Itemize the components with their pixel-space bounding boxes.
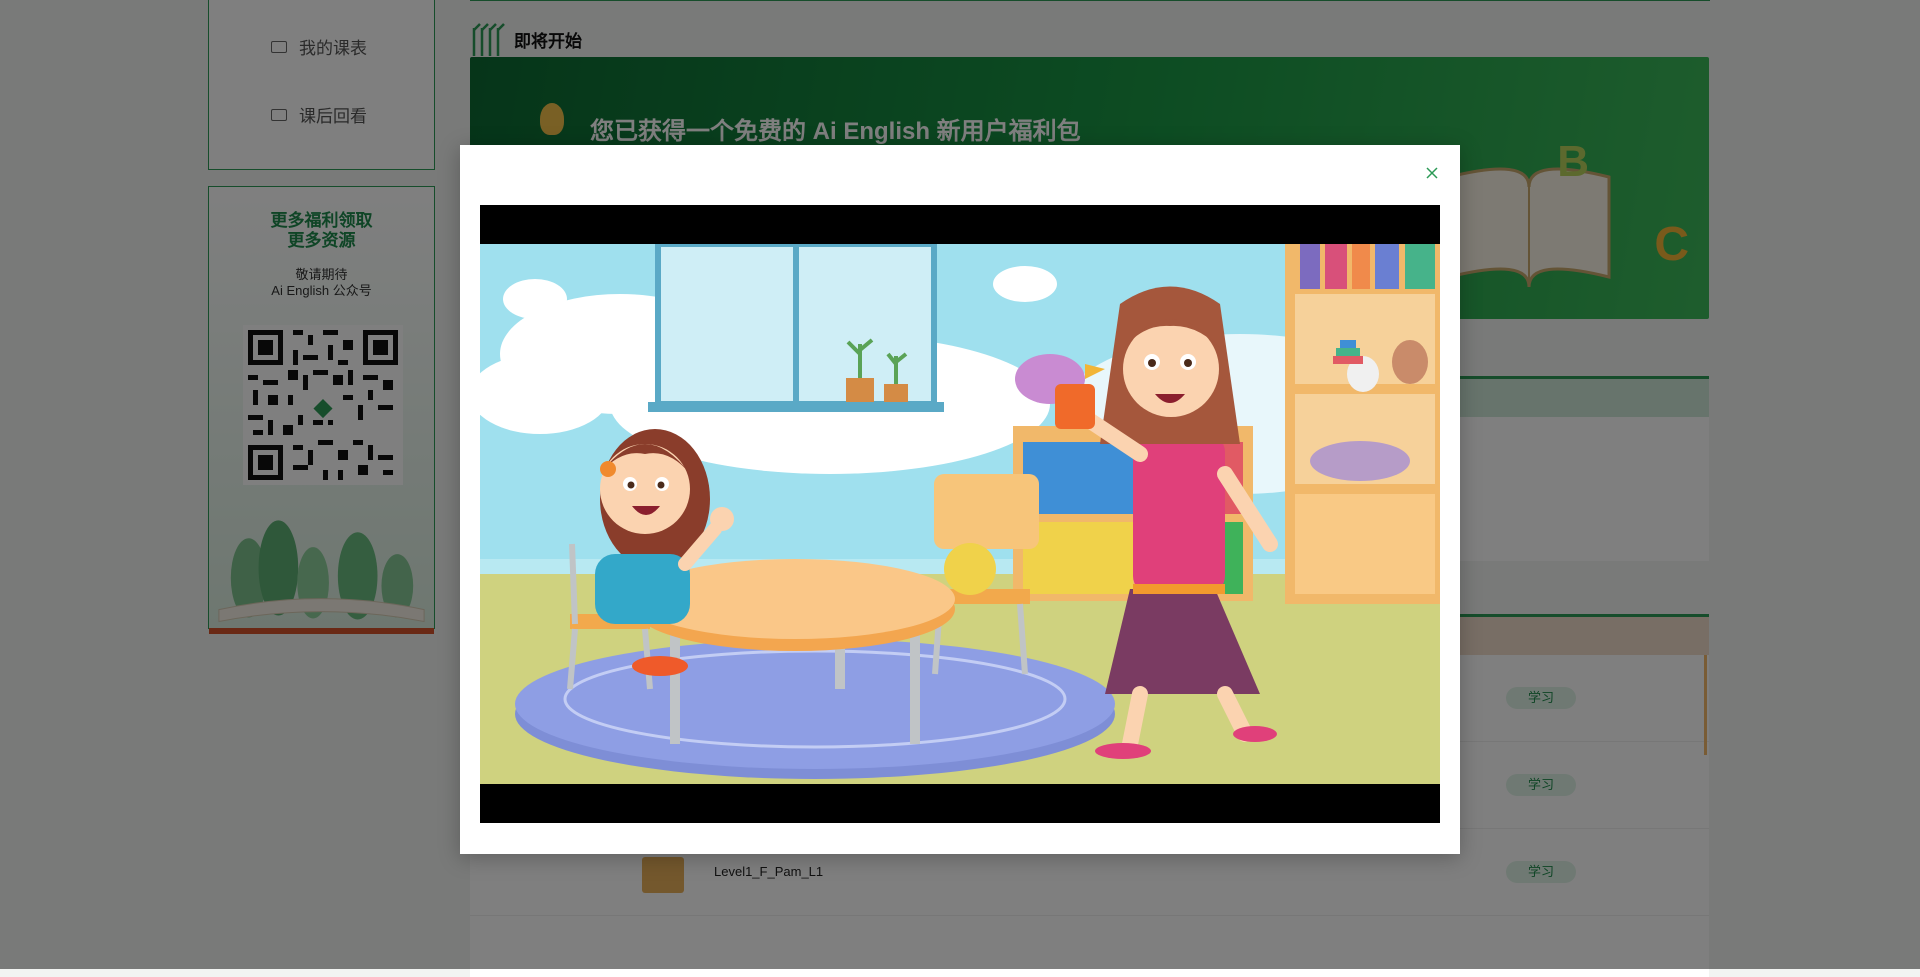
video-modal [460, 145, 1460, 854]
video-player[interactable] [480, 205, 1440, 823]
close-button[interactable] [1422, 163, 1442, 183]
close-icon [1426, 167, 1438, 179]
video-frame-classroom [480, 244, 1440, 784]
